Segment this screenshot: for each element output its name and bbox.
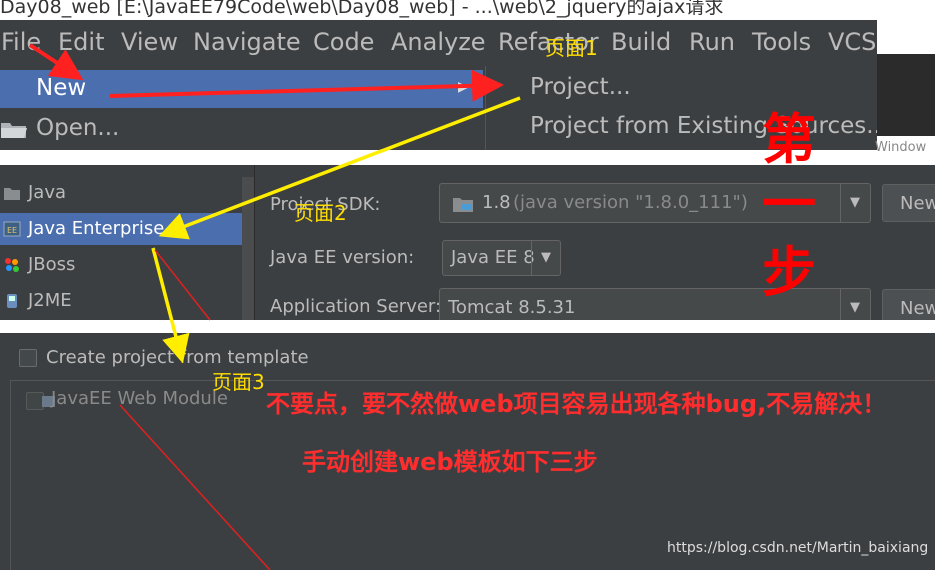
line-red-diagonal-bottom [119, 404, 271, 570]
arrow-project-to-enterprise [158, 96, 521, 240]
arrow-file-to-new [28, 43, 84, 81]
annotation-arrows [28, 43, 521, 570]
arrow-new-to-project [109, 69, 504, 102]
